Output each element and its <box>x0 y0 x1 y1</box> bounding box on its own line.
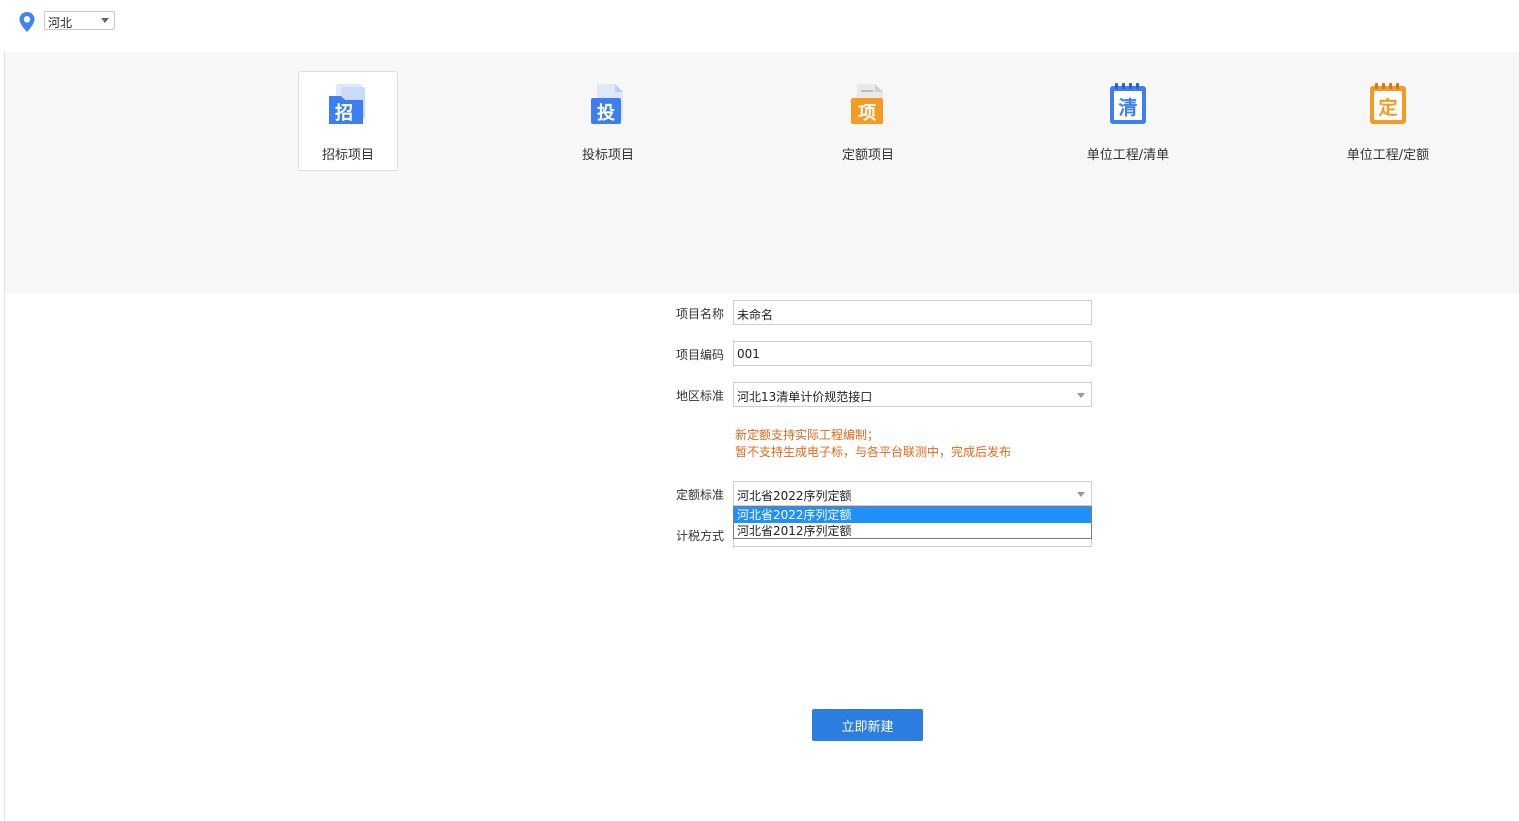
quota-option-2022[interactable]: 河北省2022序列定额 <box>734 507 1091 523</box>
ding-notebook-icon: 定 <box>1370 83 1406 124</box>
project-type-card-zhaobiao[interactable]: 招 招标项目 <box>298 71 398 171</box>
project-type-label: 定额项目 <box>841 148 894 163</box>
chevron-down-icon <box>1077 492 1085 497</box>
quota-notice-line1: 新定额支持实际工程编制； <box>735 428 880 442</box>
quota-standard-label: 定额标准 <box>675 488 724 502</box>
project-type-band <box>5 52 1519 293</box>
svg-text:清: 清 <box>1118 96 1137 119</box>
project-name-input[interactable]: 未命名 <box>733 300 1092 325</box>
tax-method-label: 计税方式 <box>675 529 724 543</box>
project-type-card-unit-bill[interactable]: 清 单位工程/清单 <box>1068 71 1188 171</box>
create-now-button[interactable]: 立即新建 <box>812 709 923 741</box>
quota-standard-dropdown: 河北省2022序列定额 河北省2012序列定额 <box>733 506 1092 539</box>
project-type-card-toubiao[interactable]: 投 投标项目 <box>558 71 658 171</box>
region-select-value: 河北 <box>48 16 73 30</box>
project-name-label: 项目名称 <box>675 307 724 321</box>
region-standard-value: 河北13清单计价规范接口 <box>737 390 873 404</box>
project-code-label: 项目编码 <box>675 348 724 362</box>
chevron-down-icon <box>101 18 109 23</box>
quota-notice-line2: 暂不支持生成电子标，与各平台联测中，完成后发布 <box>735 445 1012 459</box>
quota-standard-select[interactable]: 河北省2022序列定额 <box>733 481 1092 506</box>
quota-notice: 新定额支持实际工程编制； 暂不支持生成电子标，与各平台联测中，完成后发布 <box>735 427 1011 461</box>
project-type-label: 投标项目 <box>581 148 634 163</box>
tou-doc-icon: 投 <box>591 84 623 124</box>
svg-text:项: 项 <box>858 103 876 124</box>
project-type-label: 单位工程/清单 <box>1086 148 1170 163</box>
svg-text:招: 招 <box>335 102 353 124</box>
zhao-doc-icon: 招 <box>329 84 365 124</box>
svg-text:定: 定 <box>1378 96 1397 119</box>
project-name-value: 未命名 <box>737 308 774 322</box>
qing-notebook-icon: 清 <box>1110 83 1146 124</box>
quota-standard-value: 河北省2022序列定额 <box>737 489 852 503</box>
quota-option-2012[interactable]: 河北省2012序列定额 <box>734 523 1091 539</box>
top-bar: 河北 <box>0 0 1519 52</box>
region-standard-select[interactable]: 河北13清单计价规范接口 <box>733 382 1092 407</box>
svg-text:投: 投 <box>597 102 615 124</box>
location-pin-icon <box>19 12 35 32</box>
project-code-input[interactable]: 001 <box>733 341 1092 366</box>
project-type-card-dinge[interactable]: 项 定额项目 <box>818 71 918 171</box>
region-select[interactable]: 河北 <box>44 11 115 30</box>
project-type-label: 单位工程/定额 <box>1346 148 1430 163</box>
chevron-down-icon <box>1077 393 1085 398</box>
project-code-value: 001 <box>737 347 760 361</box>
region-standard-label: 地区标准 <box>675 389 724 403</box>
project-type-card-unit-quota[interactable]: 定 单位工程/定额 <box>1328 71 1448 171</box>
xiang-doc-icon: 项 <box>851 84 883 124</box>
project-type-label: 招标项目 <box>321 148 374 163</box>
